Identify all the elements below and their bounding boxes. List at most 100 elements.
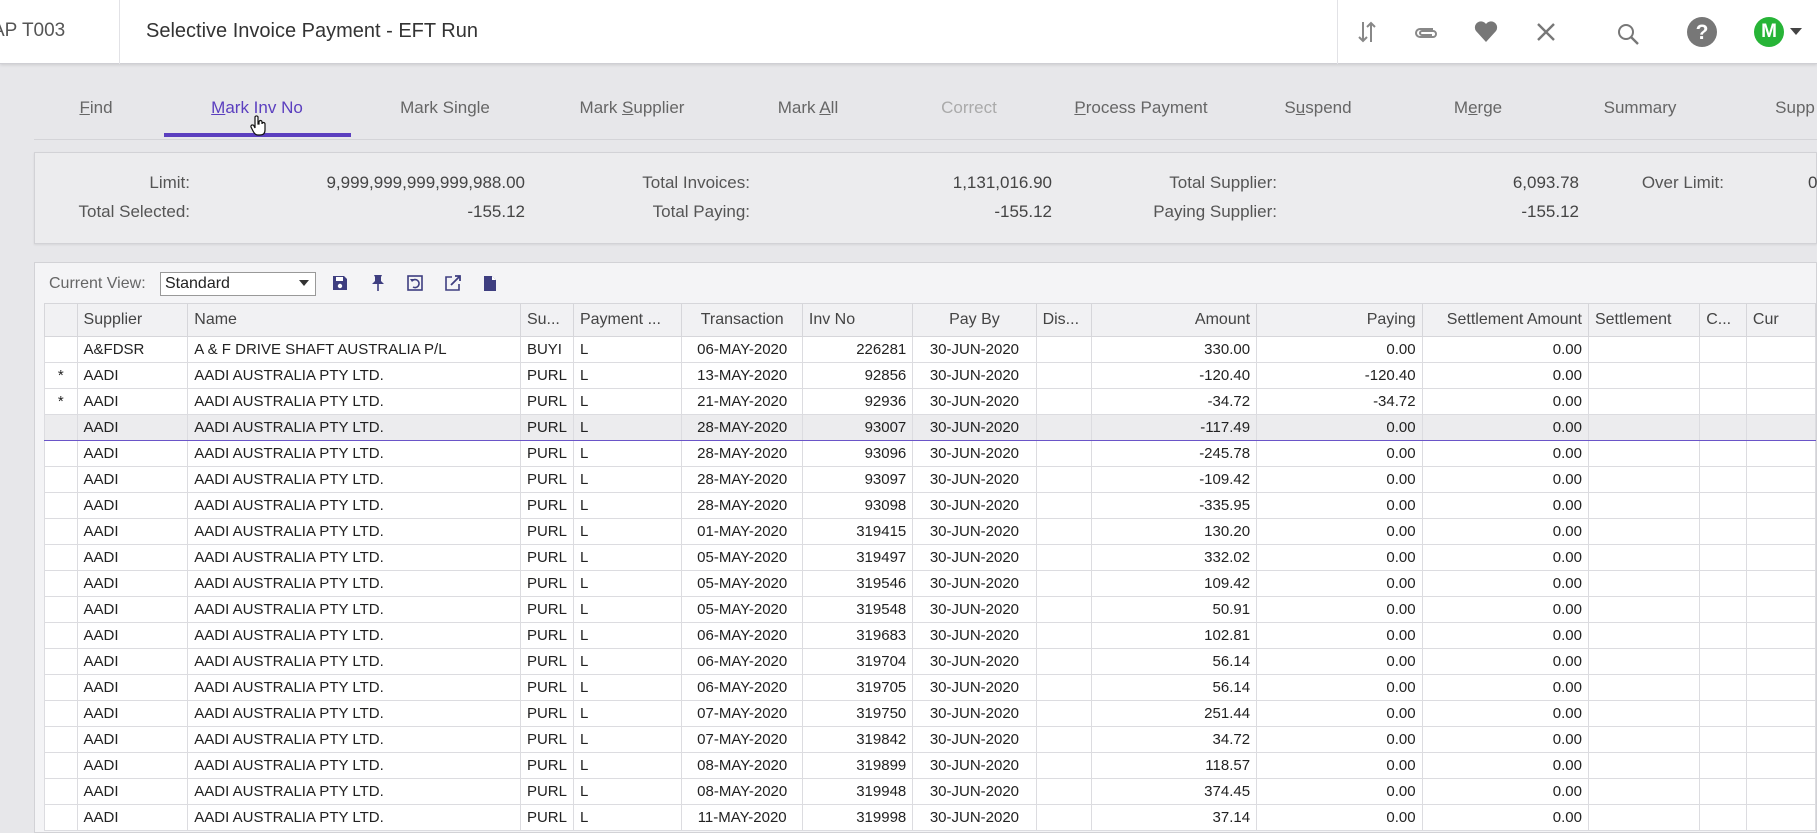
cell-pay-by[interactable]: 30-JUN-2020 <box>912 362 1037 389</box>
cell-paying[interactable]: -34.72 <box>1256 388 1423 415</box>
cell-amount[interactable]: 374.45 <box>1091 778 1258 805</box>
cell-discount[interactable] <box>1035 518 1093 545</box>
cell-supplier-type[interactable]: PURL <box>519 700 574 727</box>
cell-supplier[interactable]: AADI <box>76 596 189 623</box>
cell-inv-no[interactable]: 92936 <box>801 388 914 415</box>
close-icon[interactable] <box>1528 14 1564 50</box>
cell-name[interactable]: AADI AUSTRALIA PTY LTD. <box>187 362 521 389</box>
cell-currency-code[interactable] <box>1699 388 1747 415</box>
cell-amount[interactable]: 130.20 <box>1091 518 1258 545</box>
cell-transaction[interactable]: 06-MAY-2020 <box>681 336 803 363</box>
cell-amount[interactable]: -117.49 <box>1091 414 1258 441</box>
cell-discount[interactable] <box>1035 362 1093 389</box>
column-header-settlement-amount[interactable]: Settlement Amount <box>1421 303 1589 337</box>
tab-merge[interactable]: Merge <box>1454 98 1502 118</box>
cell-amount[interactable]: 56.14 <box>1091 648 1258 675</box>
cell-currency-code[interactable] <box>1699 622 1747 649</box>
cell-currency-code[interactable] <box>1699 752 1747 779</box>
cell-row-marker[interactable] <box>44 752 78 779</box>
cell-paying[interactable]: 0.00 <box>1256 440 1423 467</box>
cell-name[interactable]: AADI AUSTRALIA PTY LTD. <box>187 518 521 545</box>
cell-pay-by[interactable]: 30-JUN-2020 <box>912 700 1037 727</box>
cell-inv-no[interactable]: 319750 <box>801 700 914 727</box>
cell-settlement[interactable] <box>1587 778 1701 805</box>
cell-discount[interactable] <box>1035 648 1093 675</box>
cell-payment-type[interactable]: L <box>572 544 683 571</box>
cell-currency[interactable] <box>1745 674 1817 701</box>
cell-payment-type[interactable]: L <box>572 700 683 727</box>
cell-name[interactable]: AADI AUSTRALIA PTY LTD. <box>187 388 521 415</box>
table-row[interactable]: AADI AADI AUSTRALIA PTY LTD. PURL L 01-MAY-2… <box>44 518 1817 545</box>
tab-supplier[interactable]: Supp <box>1775 98 1815 118</box>
cell-row-marker[interactable] <box>44 778 78 805</box>
column-header-supplier-type[interactable]: Su... <box>519 303 574 337</box>
cell-settlement-amount[interactable]: 0.00 <box>1421 778 1589 805</box>
paperclip-icon[interactable] <box>1408 14 1444 50</box>
cell-amount[interactable]: 251.44 <box>1091 700 1258 727</box>
cell-name[interactable]: A & F DRIVE SHAFT AUSTRALIA P/L <box>187 336 521 363</box>
cell-transaction[interactable]: 05-MAY-2020 <box>681 544 803 571</box>
cell-supplier[interactable]: AADI <box>76 544 189 571</box>
cell-paying[interactable]: 0.00 <box>1256 544 1423 571</box>
cell-settlement-amount[interactable]: 0.00 <box>1421 440 1589 467</box>
column-header-amount[interactable]: Amount <box>1091 303 1258 337</box>
cell-transaction[interactable]: 08-MAY-2020 <box>681 752 803 779</box>
cell-discount[interactable] <box>1035 440 1093 467</box>
cell-pay-by[interactable]: 30-JUN-2020 <box>912 674 1037 701</box>
cell-settlement[interactable] <box>1587 700 1701 727</box>
cell-pay-by[interactable]: 30-JUN-2020 <box>912 752 1037 779</box>
cell-settlement[interactable] <box>1587 414 1701 441</box>
cell-amount[interactable]: 330.00 <box>1091 336 1258 363</box>
cell-amount[interactable]: -34.72 <box>1091 388 1258 415</box>
cell-paying[interactable]: -120.40 <box>1256 362 1423 389</box>
cell-supplier-type[interactable]: PURL <box>519 466 574 493</box>
cell-amount[interactable]: 102.81 <box>1091 622 1258 649</box>
cell-row-marker[interactable] <box>44 570 78 597</box>
cell-name[interactable]: AADI AUSTRALIA PTY LTD. <box>187 622 521 649</box>
cell-currency[interactable] <box>1745 700 1817 727</box>
cell-name[interactable]: AADI AUSTRALIA PTY LTD. <box>187 700 521 727</box>
cell-currency-code[interactable] <box>1699 778 1747 805</box>
cell-settlement-amount[interactable]: 0.00 <box>1421 414 1589 441</box>
cell-payment-type[interactable]: L <box>572 336 683 363</box>
cell-discount[interactable] <box>1035 674 1093 701</box>
cell-currency[interactable] <box>1745 804 1817 831</box>
column-header-transaction[interactable]: Transaction <box>681 303 803 337</box>
cell-inv-no[interactable]: 93007 <box>801 414 914 441</box>
cell-amount[interactable]: -120.40 <box>1091 362 1258 389</box>
cell-transaction[interactable]: 11-MAY-2020 <box>681 804 803 831</box>
cell-pay-by[interactable]: 30-JUN-2020 <box>912 466 1037 493</box>
help-icon[interactable]: ? <box>1684 14 1720 50</box>
cell-discount[interactable] <box>1035 622 1093 649</box>
table-row[interactable]: AADI AADI AUSTRALIA PTY LTD. PURL L 28-MAY-2… <box>44 466 1817 493</box>
cell-amount[interactable]: -335.95 <box>1091 492 1258 519</box>
cell-pay-by[interactable]: 30-JUN-2020 <box>912 544 1037 571</box>
table-row[interactable]: AADI AADI AUSTRALIA PTY LTD. PURL L 05-MAY-2… <box>44 570 1817 597</box>
cell-transaction[interactable]: 28-MAY-2020 <box>681 492 803 519</box>
cell-discount[interactable] <box>1035 544 1093 571</box>
cell-payment-type[interactable]: L <box>572 752 683 779</box>
chevron-down-icon[interactable] <box>1790 28 1802 35</box>
cell-currency-code[interactable] <box>1699 518 1747 545</box>
tab-mark-all[interactable]: Mark All <box>778 98 838 118</box>
cell-inv-no[interactable]: 93098 <box>801 492 914 519</box>
cell-settlement-amount[interactable]: 0.00 <box>1421 518 1589 545</box>
cell-amount[interactable]: 118.57 <box>1091 752 1258 779</box>
cell-currency[interactable] <box>1745 544 1817 571</box>
cell-payment-type[interactable]: L <box>572 726 683 753</box>
cell-currency-code[interactable] <box>1699 648 1747 675</box>
cell-settlement[interactable] <box>1587 726 1701 753</box>
cell-pay-by[interactable]: 30-JUN-2020 <box>912 726 1037 753</box>
table-row[interactable]: AADI AADI AUSTRALIA PTY LTD. PURL L 11-MAY-2… <box>44 804 1817 831</box>
cell-currency-code[interactable] <box>1699 596 1747 623</box>
table-row[interactable]: AADI AADI AUSTRALIA PTY LTD. PURL L 06-MAY-2… <box>44 622 1817 649</box>
cell-supplier[interactable]: AADI <box>76 362 189 389</box>
column-header-inv-no[interactable]: Inv No <box>801 303 914 337</box>
cell-currency-code[interactable] <box>1699 726 1747 753</box>
cell-paying[interactable]: 0.00 <box>1256 726 1423 753</box>
cell-name[interactable]: AADI AUSTRALIA PTY LTD. <box>187 544 521 571</box>
cell-inv-no[interactable]: 92856 <box>801 362 914 389</box>
cell-transaction[interactable]: 07-MAY-2020 <box>681 700 803 727</box>
cell-inv-no[interactable]: 319948 <box>801 778 914 805</box>
cell-pay-by[interactable]: 30-JUN-2020 <box>912 648 1037 675</box>
